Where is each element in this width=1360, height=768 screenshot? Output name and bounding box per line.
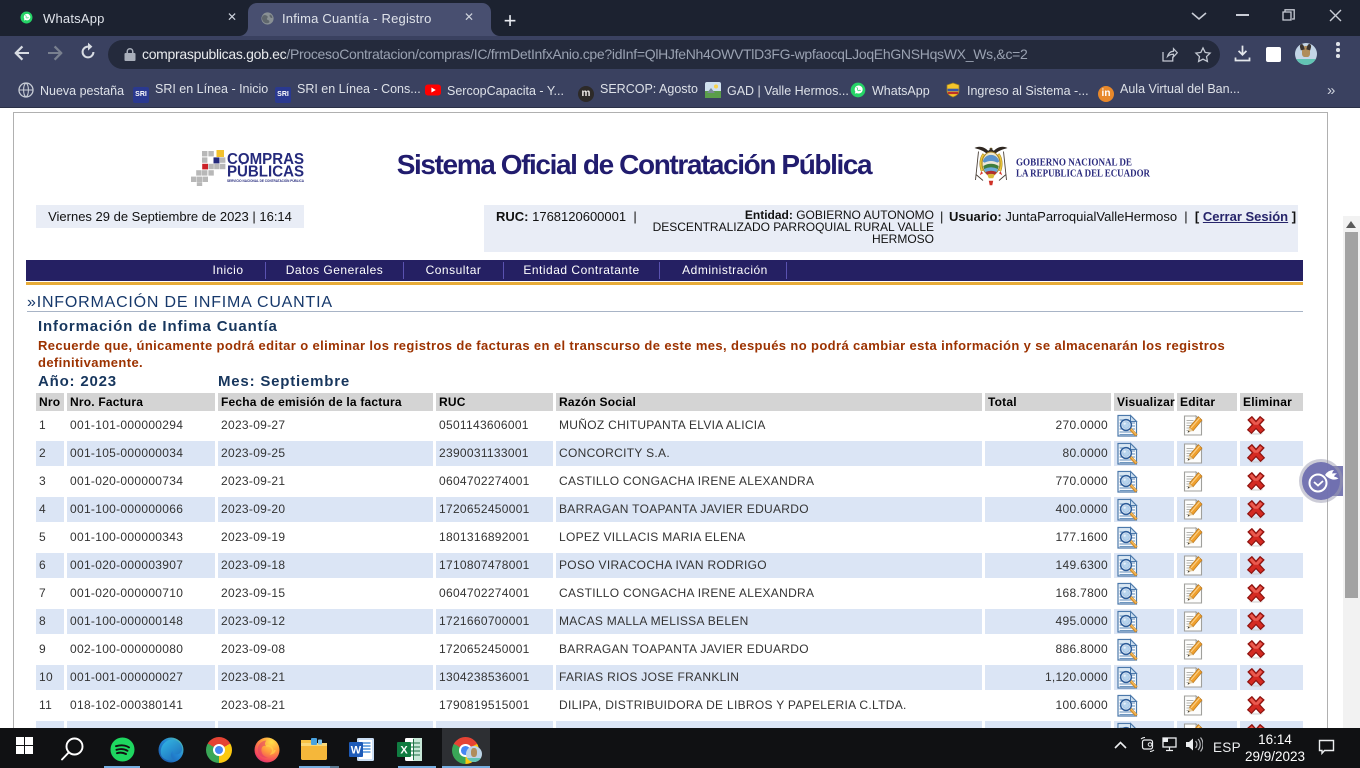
svg-text:W: W bbox=[351, 745, 362, 757]
svg-text:LA REPUBLICA DEL ECUADOR: LA REPUBLICA DEL ECUADOR bbox=[1016, 169, 1150, 180]
svg-text:GOBIERNO NACIONAL DE: GOBIERNO NACIONAL DE bbox=[1016, 158, 1132, 169]
svg-text:X: X bbox=[400, 745, 408, 757]
